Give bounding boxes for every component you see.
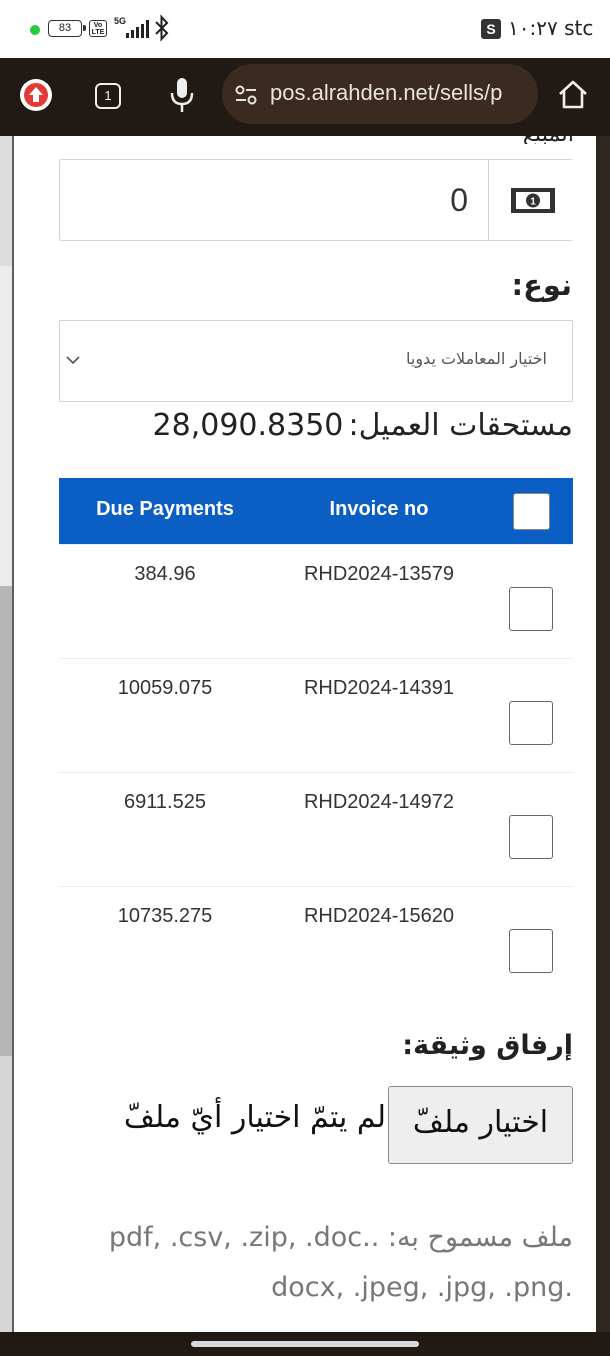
due-payment-cell: 6911.525 [124,791,206,813]
mic-icon[interactable] [168,76,196,114]
transaction-type-value: اختيار المعاملات يدويا [405,349,547,368]
file-status-text: لم يتمّ اختيار أيّ ملفّ [123,1100,386,1135]
network-type: 5G [114,16,127,26]
column-header-due-payments: Due Payments [96,498,234,520]
row-checkbox[interactable] [509,701,553,745]
svg-text:1: 1 [530,197,536,208]
invoice-number-cell: RHD2024-14391 [303,677,455,699]
update-icon[interactable] [20,79,52,111]
customer-dues: مستحقات العميل: 28,090.8350 [59,408,573,450]
sim-app-icon: S [481,19,501,39]
table-header: Due Payments Invoice no [59,478,573,544]
select-all-checkbox[interactable] [513,493,550,530]
signal-icon [126,20,150,38]
chevron-down-icon [66,356,80,365]
battery-icon: 83 [48,20,86,37]
allowed-file-types-continued: .docx, .jpeg, .jpg, .png [271,1272,573,1303]
column-header-invoice-no: Invoice no [329,498,429,520]
status-bar: 83 Vo LTE 5G S ١٠:٢٧ stc [0,0,610,58]
money-icon: 1 [511,188,555,213]
type-label: نوع: [511,268,572,302]
table-row: 384.96 RHD2024-13579 [59,544,573,658]
amount-label: المبلغ [454,136,574,144]
payment-modal: المبلغ 1 نوع: اختيار المعاملات يدويا مست… [36,136,596,1332]
customer-dues-value: 28,090.8350 [152,408,344,443]
row-checkbox[interactable] [509,815,553,859]
due-payment-cell: 10059.075 [117,677,213,699]
amount-input[interactable] [60,160,488,240]
amount-field-group: 1 [59,159,573,241]
url-text[interactable]: pos.alrahden.net/sells/p [270,80,502,106]
page-background-overlay [0,136,14,1332]
privacy-indicator-dot [30,25,40,35]
choose-file-button[interactable]: اختيار ملفّ [388,1086,573,1164]
allowed-file-types: ملف مسموح به: ..pdf, .csv, .zip, .doc [108,1222,573,1253]
gesture-bar [0,1332,610,1356]
site-settings-icon[interactable] [234,84,258,106]
clock-carrier: ١٠:٢٧ stc [508,16,594,40]
due-payment-cell: 384.96 [134,563,196,585]
attach-document-label: إرفاق وثيقة: [402,1030,573,1061]
page-viewport: المبلغ 1 نوع: اختيار المعاملات يدويا مست… [0,136,610,1332]
volte-icon: Vo LTE [89,20,107,37]
invoice-number-cell: RHD2024-15620 [303,905,455,927]
table-body: 384.96 RHD2024-13579 10059.075 RHD2024-1… [59,544,573,1000]
invoice-number-cell: RHD2024-14972 [303,791,455,813]
transaction-type-select[interactable]: اختيار المعاملات يدويا [59,320,573,402]
tab-switcher-icon[interactable]: 1 [95,83,121,109]
due-payment-cell: 10735.275 [117,905,213,927]
home-icon[interactable] [556,78,590,112]
table-row: 10735.275 RHD2024-15620 [59,886,573,1000]
row-checkbox[interactable] [509,587,553,631]
address-bar[interactable]: pos.alrahden.net/sells/p [222,64,538,124]
invoice-number-cell: RHD2024-13579 [303,563,455,585]
table-row: 10059.075 RHD2024-14391 [59,658,573,772]
home-gesture-pill[interactable] [191,1341,419,1347]
table-row: 6911.525 RHD2024-14972 [59,772,573,886]
page-overlay-edge [596,136,610,1332]
browser-toolbar: 1 pos.alrahden.net/sells/p [0,58,610,136]
customer-dues-label: مستحقات العميل: [348,408,573,443]
row-checkbox[interactable] [509,929,553,973]
bluetooth-icon [155,14,169,42]
amount-addon: 1 [488,160,573,240]
